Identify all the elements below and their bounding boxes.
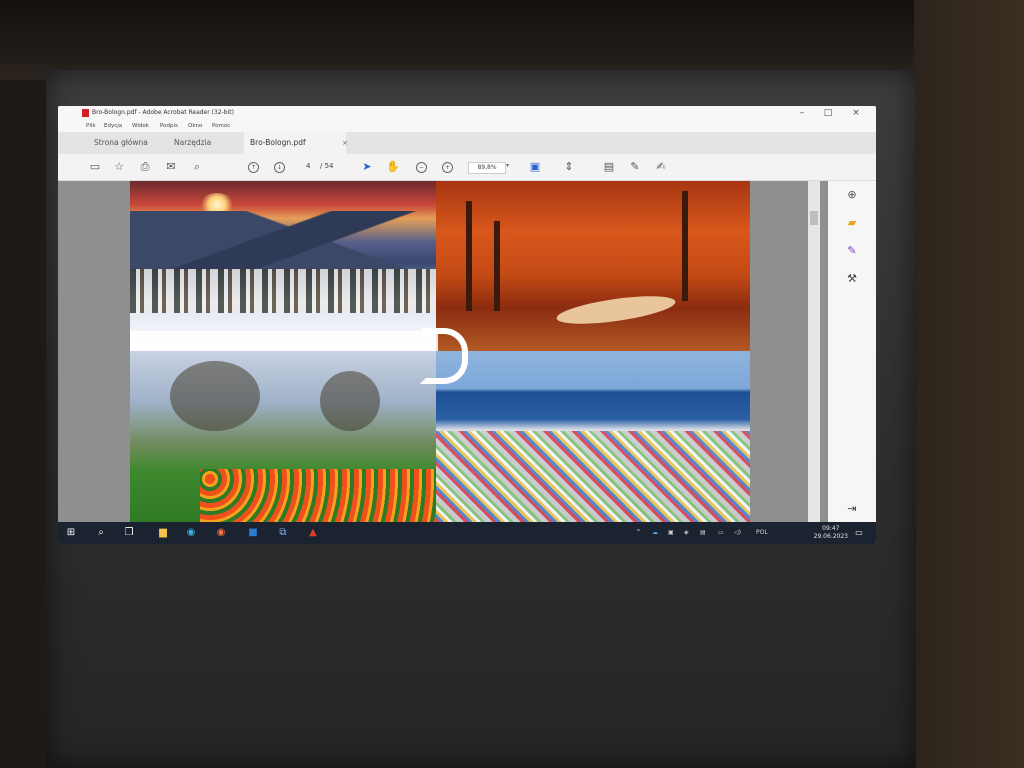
right-tools-pane: ⊕ ▰ ✎ ⚒ ⇥ (828, 181, 876, 522)
bare-tree (320, 371, 380, 431)
tree-trunk (494, 221, 500, 311)
loop-arrow-icon (420, 328, 468, 384)
minimize-button[interactable]: – (793, 107, 811, 119)
mountain-range (130, 211, 438, 271)
task-view-icon[interactable]: ❐ (122, 526, 136, 540)
hand-tool-icon[interactable]: ✋ (386, 160, 400, 174)
menu-item-edit[interactable]: Edycja (104, 123, 122, 129)
page-down-icon[interactable]: ↓ (274, 162, 285, 173)
windows-taskbar: ⊞ ⌕ ❐ ▆ ◉ ◉ ■ ⧉ ▲ ^ ☁ ▣ ◈ ▤ ▭ ◁) POL 09:… (58, 522, 876, 544)
menu-item-file[interactable]: Plik (86, 123, 96, 129)
firefox-icon[interactable]: ◉ (214, 526, 228, 540)
acrobat-icon (82, 109, 89, 117)
search-icon[interactable]: ⌕ (94, 526, 108, 540)
clock-date: 29.06.2023 (813, 533, 848, 540)
sign-icon[interactable]: ✍ (654, 160, 668, 174)
room-wall (914, 0, 1024, 768)
search-icon[interactable]: ⌕ (190, 160, 204, 174)
projected-desktop: Bro-Bologn.pdf - Adobe Acrobat Reader (3… (58, 106, 876, 544)
more-tools-icon[interactable]: ⚒ (844, 271, 860, 287)
acrobat-taskbar-icon[interactable]: ▲ (306, 526, 320, 540)
vertical-scrollbar[interactable] (808, 181, 820, 522)
photo-autumn-forest (436, 181, 750, 351)
scroll-mode-icon[interactable]: ⇕ (562, 160, 576, 174)
file-explorer-icon[interactable]: ▆ (156, 526, 170, 540)
edge-browser-icon[interactable]: ◉ (184, 526, 198, 540)
collapse-pane-icon[interactable]: ⇥ (844, 501, 860, 517)
tab-document[interactable]: Bro-Bologn.pdf × (244, 132, 348, 154)
onedrive-icon[interactable]: ☁ (652, 529, 658, 536)
tree-trunk (682, 191, 688, 301)
zoom-in-icon[interactable]: + (442, 162, 453, 173)
highlight-pen-icon[interactable]: ✎ (628, 160, 642, 174)
scrollbar-thumb[interactable] (810, 211, 818, 225)
clock-time: 09:47 (822, 525, 840, 532)
room-background (0, 0, 1024, 80)
snowy-village (130, 269, 438, 313)
zoom-level-input[interactable]: 89,8% (468, 162, 506, 174)
save-icon[interactable]: ▭ (88, 160, 102, 174)
beach-crowd (436, 431, 750, 522)
comment-tool-icon[interactable]: ▰ (844, 215, 860, 231)
tab-tools[interactable]: Narzędzia (168, 132, 217, 154)
tree-trunk (466, 201, 472, 311)
volume-icon[interactable]: ◁) (734, 529, 741, 536)
pdf-page (130, 181, 750, 522)
notifications-icon[interactable]: ▭ (852, 526, 866, 540)
menu-item-view[interactable]: Widok (132, 123, 149, 129)
white-band (130, 331, 438, 351)
comment-icon[interactable]: ▤ (602, 160, 616, 174)
photo-winter-mountains (130, 181, 438, 351)
tray-app-icon[interactable]: ▣ (668, 529, 674, 536)
toolbar: ▭ ☆ ⎙ ✉ ⌕ ↑ ↓ 4 / 54 ➤ ✋ − + 89,8% ▾ ▣ ⇕… (58, 154, 876, 181)
tab-close-icon[interactable]: × (342, 132, 348, 154)
window-title: Bro-Bologn.pdf - Adobe Acrobat Reader (3… (92, 109, 234, 116)
tab-bar: Strona główna Narzędzia Bro-Bologn.pdf × (58, 132, 876, 154)
photo-spring-park (130, 351, 438, 522)
network-icon[interactable]: ▭ (718, 529, 724, 536)
fill-sign-icon[interactable]: ✎ (844, 243, 860, 259)
zoom-tool-icon[interactable]: ⊕ (844, 187, 860, 203)
menu-item-window[interactable]: Okno (188, 123, 202, 129)
document-viewer[interactable] (58, 181, 828, 522)
network-app-icon[interactable]: ⧉ (276, 526, 290, 540)
fit-page-icon[interactable]: ▣ (528, 160, 542, 174)
forest-path (555, 290, 677, 330)
maximize-button[interactable]: □ (819, 107, 837, 119)
windows-start-icon[interactable]: ⊞ (64, 526, 78, 540)
tab-document-label: Bro-Bologn.pdf (250, 138, 306, 147)
tulip-bed (200, 469, 438, 522)
bookmark-star-icon[interactable]: ☆ (112, 160, 126, 174)
tab-home[interactable]: Strona główna (88, 132, 154, 154)
print-icon[interactable]: ⎙ (138, 160, 152, 174)
menu-item-help[interactable]: Pomoc (212, 123, 230, 129)
page-up-icon[interactable]: ↑ (248, 162, 259, 173)
email-icon[interactable]: ✉ (164, 160, 178, 174)
tray-chevron-icon[interactable]: ^ (636, 529, 641, 536)
close-button[interactable]: × (847, 107, 865, 119)
zoom-out-icon[interactable]: − (416, 162, 427, 173)
zoom-dropdown-icon[interactable]: ▾ (506, 162, 509, 169)
taskbar-clock[interactable]: 09:47 29.06.2023 (814, 525, 848, 541)
outlook-icon[interactable]: ■ (246, 526, 260, 540)
menu-bar: Plik Edycja Widok Podpis Okno Pomoc (58, 120, 876, 132)
menu-item-sign[interactable]: Podpis (160, 123, 178, 129)
page-total: / 54 (320, 162, 334, 170)
language-indicator[interactable]: POL (756, 529, 768, 536)
title-bar: Bro-Bologn.pdf - Adobe Acrobat Reader (3… (58, 106, 876, 120)
tray-app-icon[interactable]: ◈ (684, 529, 689, 536)
tray-app-icon[interactable]: ▤ (700, 529, 706, 536)
select-cursor-icon[interactable]: ➤ (360, 160, 374, 174)
page-number-input[interactable]: 4 (306, 162, 310, 170)
photo-crowded-beach (436, 351, 750, 522)
bare-tree (170, 361, 260, 431)
